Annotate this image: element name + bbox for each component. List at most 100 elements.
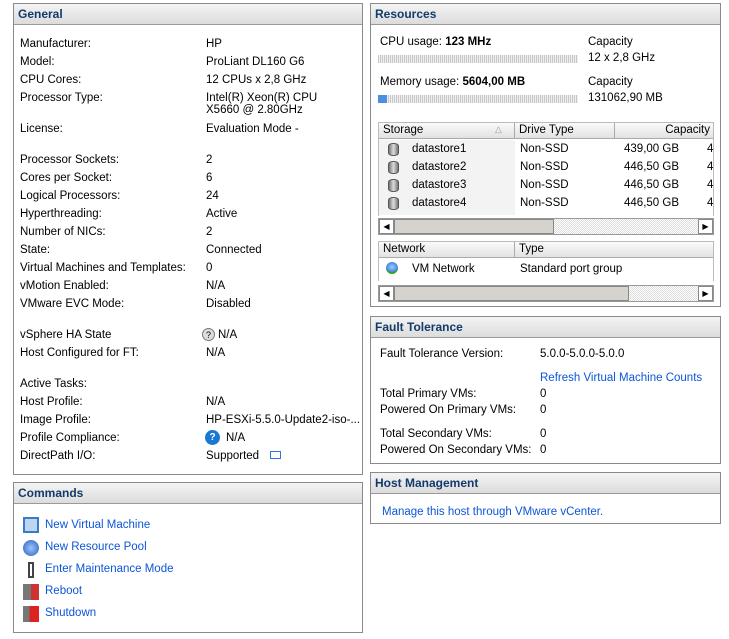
ft-label: Powered On Primary VMs: [380, 404, 517, 416]
cpu-capacity-label: Capacity [588, 36, 633, 48]
ft-label: Powered On Secondary VMs: [380, 444, 532, 456]
ft-label: Total Secondary VMs: [380, 428, 492, 440]
new-vm-icon [23, 517, 39, 533]
general-panel: General Manufacturer: HP Model: ProLiant DL… [13, 3, 363, 475]
fault-tolerance-title: Fault Tolerance [371, 317, 720, 338]
general-value: 2 [206, 226, 213, 238]
general-label: Virtual Machines and Templates: [20, 262, 186, 274]
reboot-icon [23, 584, 39, 600]
datastore-icon [388, 161, 399, 174]
memory-capacity-value: 131062,90 MB [588, 92, 663, 104]
general-label: vSphere HA State [20, 329, 112, 341]
resources-title: Resources [371, 4, 720, 25]
network-header[interactable]: Network [379, 242, 515, 258]
general-label: Cores per Socket: [20, 172, 113, 184]
drive-type-header[interactable]: Drive Type [515, 123, 615, 139]
host-management-title: Host Management [371, 473, 720, 494]
general-value: N/A [206, 396, 226, 408]
resource-pool-icon [23, 540, 39, 556]
network-name: VM Network [412, 263, 475, 275]
scroll-thumb[interactable] [394, 286, 629, 301]
general-value: HP [206, 38, 222, 50]
storage-horizontal-scrollbar[interactable]: ◀ ▶ [378, 218, 714, 235]
general-value: Intel(R) Xeon(R) CPU [206, 92, 318, 104]
general-label: DirectPath I/O: [20, 450, 96, 462]
network-horizontal-scrollbar[interactable]: ◀ ▶ [378, 285, 714, 302]
memory-usage-bar [378, 95, 578, 103]
network-icon [386, 262, 398, 274]
general-label: Host Configured for FT: [20, 347, 139, 359]
general-value: Evaluation Mode - [206, 123, 299, 135]
general-value: HP-ESXi-5.5.0-Update2-iso-... [206, 414, 361, 426]
free-space: 438 [707, 143, 714, 155]
cpu-usage-value: 123 MHz [445, 36, 492, 48]
general-label: Manufacturer: [20, 38, 91, 50]
cpu-usage: CPU usage: 123 MHz [380, 36, 491, 48]
resources-panel: Resources CPU usage: 123 MHz Capacity 12… [370, 3, 721, 307]
general-label: Active Tasks: [20, 378, 87, 390]
general-value: N/A [206, 280, 226, 292]
free-space: 445 [707, 197, 714, 209]
scroll-right-button[interactable]: ▶ [698, 219, 713, 234]
general-label: Processor Sockets: [20, 154, 120, 166]
manage-via-vcenter-link[interactable]: Manage this host through VMware vCenter. [382, 506, 603, 518]
capacity: 439,00 GB [624, 143, 679, 155]
datastore-name: datastore1 [412, 143, 467, 155]
ft-value: 0 [540, 388, 547, 400]
ft-label: Total Primary VMs: [380, 388, 477, 400]
reboot-link[interactable]: Reboot [45, 585, 82, 597]
memory-capacity-label: Capacity [588, 76, 633, 88]
ft-value: 0 [540, 444, 547, 456]
capacity: 446,50 GB [624, 179, 679, 191]
refresh-vm-counts-link[interactable]: Refresh Virtual Machine Counts [540, 372, 702, 384]
scroll-right-button[interactable]: ▶ [698, 286, 713, 301]
general-value: Active [206, 208, 238, 220]
enter-maintenance-mode-link[interactable]: Enter Maintenance Mode [45, 563, 174, 575]
network-type: Standard port group [520, 263, 623, 275]
type-header[interactable]: Type [515, 242, 713, 258]
datastore-name: datastore2 [412, 161, 467, 173]
general-title: General [14, 4, 362, 25]
commands-panel: Commands New Virtual Machine New Resourc… [13, 482, 363, 633]
comment-icon[interactable] [270, 451, 281, 459]
general-label: State: [20, 244, 51, 256]
commands-title: Commands [14, 483, 362, 504]
general-value: 2 [206, 154, 213, 166]
shutdown-icon [23, 606, 39, 622]
capacity: 446,50 GB [624, 161, 679, 173]
capacity: 446,50 GB [624, 197, 679, 209]
general-label: Host Profile: [20, 396, 83, 408]
network-table: Network Type VM Network Standard port gr… [378, 241, 714, 281]
scroll-thumb[interactable] [394, 219, 554, 234]
general-value: Connected [206, 244, 262, 256]
general-value: N/A [218, 329, 238, 341]
ft-version-label: Fault Tolerance Version: [380, 348, 504, 360]
general-value: N/A [206, 347, 226, 359]
datastore-icon [388, 197, 399, 210]
help-blue-icon: ? [205, 430, 220, 445]
general-value: N/A [226, 432, 246, 444]
general-label: Image Profile: [20, 414, 91, 426]
capacity-header[interactable]: Capacity [615, 123, 713, 139]
general-label: vMotion Enabled: [20, 280, 109, 292]
general-value: Supported [206, 450, 260, 462]
drive-type: Non-SSD [520, 179, 569, 191]
memory-usage-label: Memory usage: [380, 76, 460, 88]
memory-usage-value: 5604,00 MB [462, 76, 526, 88]
datastore-icon [388, 179, 399, 192]
general-label: Model: [20, 56, 55, 68]
new-virtual-machine-link[interactable]: New Virtual Machine [45, 519, 150, 531]
scroll-left-button[interactable]: ◀ [379, 286, 394, 301]
shutdown-link[interactable]: Shutdown [45, 607, 96, 619]
general-label: Hyperthreading: [20, 208, 102, 220]
ft-value: 0 [540, 404, 547, 416]
new-resource-pool-link[interactable]: New Resource Pool [45, 541, 147, 553]
scroll-left-button[interactable]: ◀ [379, 219, 394, 234]
datastore-icon [388, 143, 399, 156]
general-label: Profile Compliance: [20, 432, 120, 444]
free-space: 445 [707, 161, 714, 173]
general-label: License: [20, 123, 63, 135]
general-value: Disabled [206, 298, 251, 310]
general-label: VMware EVC Mode: [20, 298, 125, 310]
storage-table: Storage △ Drive Type Capacity datastore1… [378, 122, 714, 216]
